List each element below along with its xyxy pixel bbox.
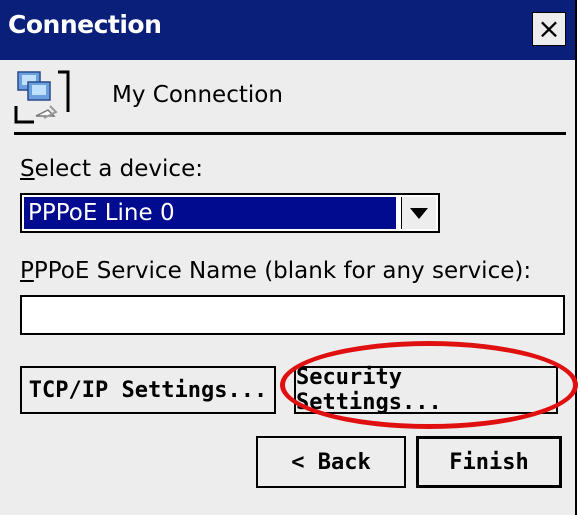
tcpip-settings-button[interactable]: TCP/IP Settings... — [20, 366, 276, 414]
finish-button[interactable]: Finish — [416, 436, 562, 488]
device-selected-value: PPPoE Line 0 — [23, 196, 397, 230]
device-label: Select a device: — [20, 156, 203, 182]
finish-button-label: Finish — [449, 449, 529, 475]
close-icon: × — [537, 12, 561, 45]
back-button[interactable]: < Back — [256, 436, 406, 488]
device-select[interactable]: PPPoE Line 0 — [20, 193, 440, 233]
window-title: Connection — [8, 10, 162, 39]
header-separator — [14, 132, 566, 135]
title-bar[interactable]: Connection × — [0, 0, 575, 60]
connection-name: My Connection — [112, 82, 283, 108]
close-button[interactable]: × — [532, 12, 566, 46]
connection-dialog: Connection × My Connection Select a devi… — [0, 0, 578, 515]
network-connection-icon — [14, 70, 70, 124]
service-name-label: PPPoE Service Name (blank for any servic… — [20, 258, 532, 284]
highlight-annotation — [280, 341, 578, 429]
chevron-down-icon — [410, 207, 428, 219]
dropdown-button[interactable] — [401, 197, 436, 229]
service-name-input[interactable] — [20, 295, 565, 335]
back-button-label: < Back — [291, 449, 371, 475]
